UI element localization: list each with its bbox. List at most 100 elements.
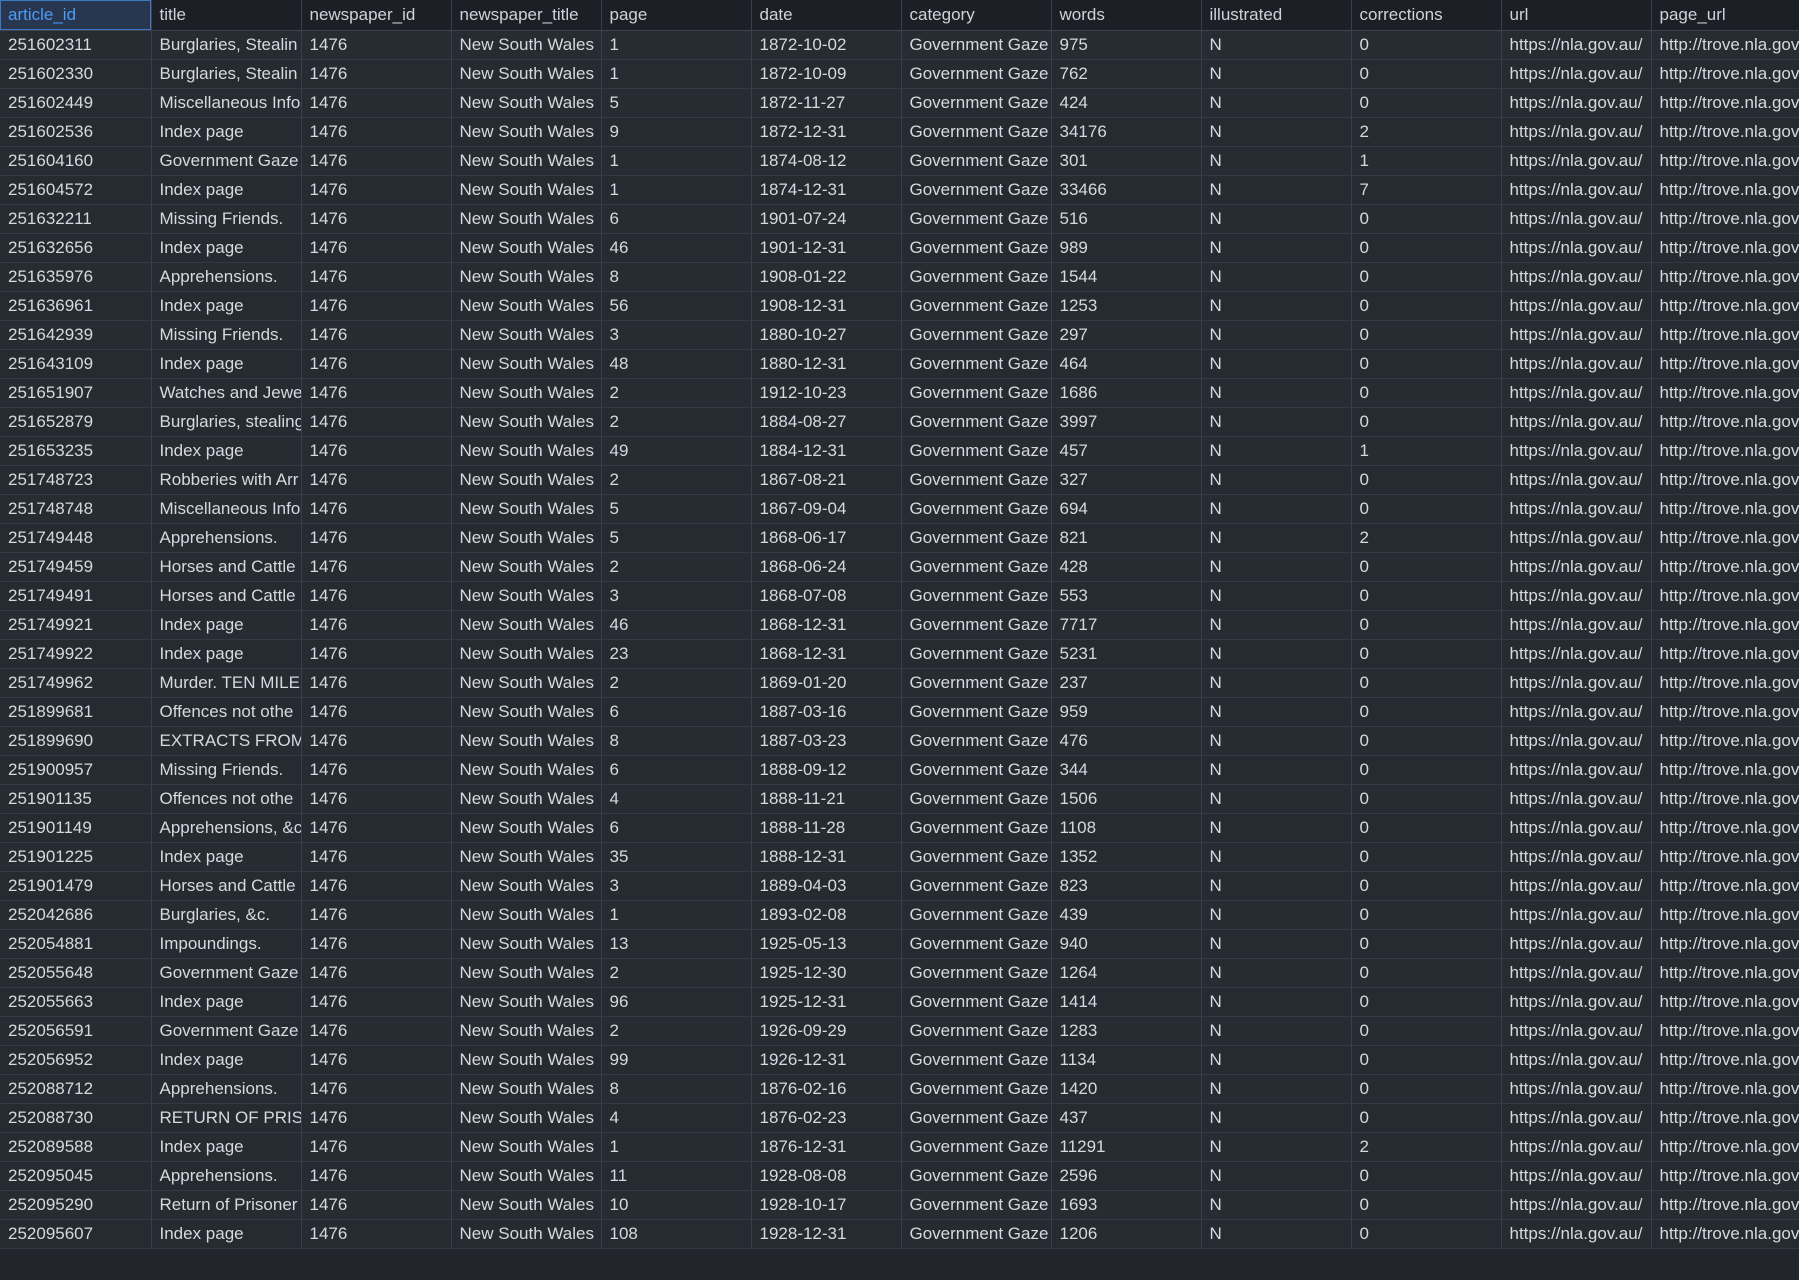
cell-title[interactable]: Index page xyxy=(151,639,302,669)
cell-illustrated[interactable]: N xyxy=(1201,88,1352,118)
table-row[interactable]: 252088712 Apprehensions. 1476 New South Wal… xyxy=(0,1074,1799,1104)
cell-category[interactable]: Government Gaze xyxy=(901,465,1052,495)
cell-category[interactable]: Government Gaze xyxy=(901,30,1052,60)
cell-article-id[interactable]: 251899690 xyxy=(0,726,152,756)
cell-page[interactable]: 6 xyxy=(601,697,752,727)
cell-words[interactable]: 694 xyxy=(1051,494,1202,524)
data-grid[interactable]: article_id title newspaper_id newspaper_tit… xyxy=(0,0,1799,1280)
cell-url[interactable]: https://nla.gov.au/ xyxy=(1501,1074,1652,1104)
cell-words[interactable]: 3997 xyxy=(1051,407,1202,437)
cell-article-id[interactable]: 251901479 xyxy=(0,871,152,901)
cell-illustrated[interactable]: N xyxy=(1201,233,1352,263)
cell-newspaper-title[interactable]: New South Wales xyxy=(451,900,602,930)
cell-category[interactable]: Government Gaze xyxy=(901,291,1052,321)
cell-words[interactable]: 1134 xyxy=(1051,1045,1202,1075)
cell-article-id[interactable]: 251899681 xyxy=(0,697,152,727)
cell-illustrated[interactable]: N xyxy=(1201,59,1352,89)
cell-article-id[interactable]: 251604160 xyxy=(0,146,152,176)
cell-page-url[interactable]: http://trove.nla.gov xyxy=(1651,59,1799,89)
cell-page-url[interactable]: http://trove.nla.gov xyxy=(1651,842,1799,872)
cell-url[interactable]: https://nla.gov.au/ xyxy=(1501,88,1652,118)
cell-illustrated[interactable]: N xyxy=(1201,842,1352,872)
cell-page-url[interactable]: http://trove.nla.gov xyxy=(1651,610,1799,640)
cell-category[interactable]: Government Gaze xyxy=(901,552,1052,582)
cell-url[interactable]: https://nla.gov.au/ xyxy=(1501,871,1652,901)
cell-url[interactable]: https://nla.gov.au/ xyxy=(1501,1103,1652,1133)
cell-page[interactable]: 11 xyxy=(601,1161,752,1191)
cell-article-id[interactable]: 252088712 xyxy=(0,1074,152,1104)
cell-page[interactable]: 99 xyxy=(601,1045,752,1075)
cell-category[interactable]: Government Gaze xyxy=(901,233,1052,263)
cell-page-url[interactable]: http://trove.nla.gov xyxy=(1651,900,1799,930)
cell-page[interactable]: 96 xyxy=(601,987,752,1017)
cell-page-url[interactable]: http://trove.nla.gov xyxy=(1651,1103,1799,1133)
cell-newspaper-id[interactable]: 1476 xyxy=(301,146,452,176)
cell-illustrated[interactable]: N xyxy=(1201,262,1352,292)
cell-url[interactable]: https://nla.gov.au/ xyxy=(1501,1045,1652,1075)
cell-words[interactable]: 476 xyxy=(1051,726,1202,756)
cell-url[interactable]: https://nla.gov.au/ xyxy=(1501,523,1652,553)
cell-newspaper-title[interactable]: New South Wales xyxy=(451,233,602,263)
cell-title[interactable]: Index page xyxy=(151,436,302,466)
cell-date[interactable]: 1889-04-03 xyxy=(751,871,902,901)
cell-date[interactable]: 1869-01-20 xyxy=(751,668,902,698)
cell-corrections[interactable]: 0 xyxy=(1351,1045,1502,1075)
cell-corrections[interactable]: 0 xyxy=(1351,291,1502,321)
cell-illustrated[interactable]: N xyxy=(1201,668,1352,698)
cell-page-url[interactable]: http://trove.nla.gov xyxy=(1651,1190,1799,1220)
cell-article-id[interactable]: 251652879 xyxy=(0,407,152,437)
cell-words[interactable]: 1264 xyxy=(1051,958,1202,988)
cell-page-url[interactable]: http://trove.nla.gov xyxy=(1651,1016,1799,1046)
cell-words[interactable]: 516 xyxy=(1051,204,1202,234)
cell-date[interactable]: 1908-12-31 xyxy=(751,291,902,321)
cell-corrections[interactable]: 0 xyxy=(1351,639,1502,669)
cell-url[interactable]: https://nla.gov.au/ xyxy=(1501,436,1652,466)
table-row[interactable]: 251632211 Missing Friends. 1476 New South W… xyxy=(0,204,1799,234)
cell-words[interactable]: 940 xyxy=(1051,929,1202,959)
cell-newspaper-title[interactable]: New South Wales xyxy=(451,1103,602,1133)
cell-title[interactable]: Burglaries, &c. xyxy=(151,900,302,930)
cell-newspaper-title[interactable]: New South Wales xyxy=(451,871,602,901)
cell-illustrated[interactable]: N xyxy=(1201,320,1352,350)
cell-corrections[interactable]: 0 xyxy=(1351,900,1502,930)
cell-corrections[interactable]: 0 xyxy=(1351,871,1502,901)
cell-newspaper-id[interactable]: 1476 xyxy=(301,349,452,379)
cell-article-id[interactable]: 252054881 xyxy=(0,929,152,959)
cell-words[interactable]: 464 xyxy=(1051,349,1202,379)
cell-corrections[interactable]: 0 xyxy=(1351,1016,1502,1046)
cell-url[interactable]: https://nla.gov.au/ xyxy=(1501,813,1652,843)
cell-title[interactable]: Return of Prisoner xyxy=(151,1190,302,1220)
cell-newspaper-id[interactable]: 1476 xyxy=(301,1103,452,1133)
table-row[interactable]: 251604160 Government Gaze 1476 New South Wa… xyxy=(0,146,1799,176)
cell-words[interactable]: 1108 xyxy=(1051,813,1202,843)
cell-page-url[interactable]: http://trove.nla.gov xyxy=(1651,958,1799,988)
cell-date[interactable]: 1876-02-23 xyxy=(751,1103,902,1133)
cell-words[interactable]: 1420 xyxy=(1051,1074,1202,1104)
cell-newspaper-id[interactable]: 1476 xyxy=(301,987,452,1017)
table-row[interactable]: 251602449 Miscellaneous Info 1476 New South… xyxy=(0,88,1799,118)
cell-date[interactable]: 1867-09-04 xyxy=(751,494,902,524)
cell-illustrated[interactable]: N xyxy=(1201,378,1352,408)
cell-category[interactable]: Government Gaze xyxy=(901,175,1052,205)
cell-corrections[interactable]: 0 xyxy=(1351,59,1502,89)
table-row[interactable]: 251642939 Missing Friends. 1476 New South W… xyxy=(0,320,1799,350)
table-row[interactable]: 252095045 Apprehensions. 1476 New South Wal… xyxy=(0,1161,1799,1191)
cell-category[interactable]: Government Gaze xyxy=(901,784,1052,814)
cell-newspaper-id[interactable]: 1476 xyxy=(301,436,452,466)
cell-title[interactable]: Burglaries, stealing xyxy=(151,407,302,437)
cell-newspaper-title[interactable]: New South Wales xyxy=(451,494,602,524)
cell-url[interactable]: https://nla.gov.au/ xyxy=(1501,668,1652,698)
cell-words[interactable]: 34176 xyxy=(1051,117,1202,147)
cell-article-id[interactable]: 251651907 xyxy=(0,378,152,408)
table-row[interactable]: 251901149 Apprehensions, &c 1476 New South … xyxy=(0,813,1799,843)
cell-page-url[interactable]: http://trove.nla.gov xyxy=(1651,146,1799,176)
cell-page-url[interactable]: http://trove.nla.gov xyxy=(1651,523,1799,553)
cell-category[interactable]: Government Gaze xyxy=(901,813,1052,843)
table-row[interactable]: 251652879 Burglaries, stealing 1476 New Sou… xyxy=(0,407,1799,437)
cell-date[interactable]: 1884-12-31 xyxy=(751,436,902,466)
column-header-category[interactable]: category xyxy=(901,0,1052,31)
cell-newspaper-id[interactable]: 1476 xyxy=(301,1219,452,1249)
cell-page[interactable]: 108 xyxy=(601,1219,752,1249)
cell-page[interactable]: 1 xyxy=(601,1132,752,1162)
cell-url[interactable]: https://nla.gov.au/ xyxy=(1501,175,1652,205)
